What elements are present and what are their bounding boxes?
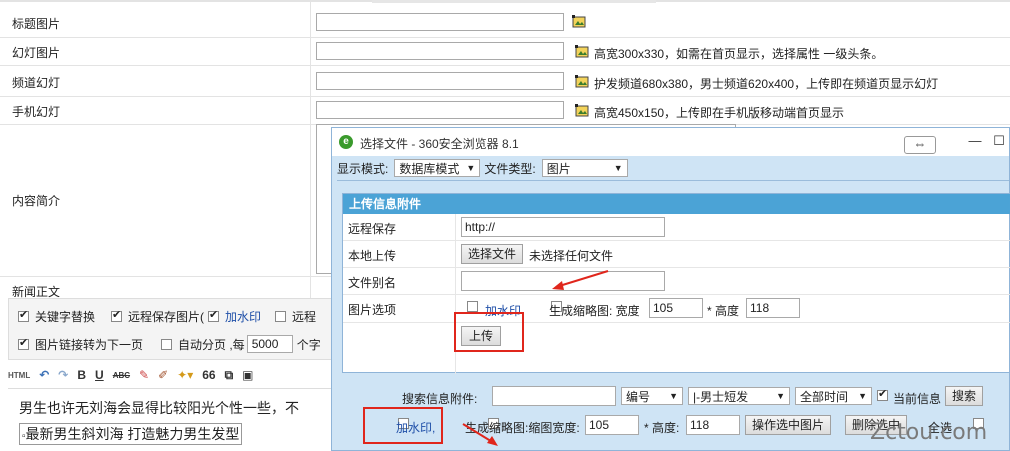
annotation-arrow [555,270,609,288]
annotation-arrows [462,270,609,446]
arrow-head [552,281,564,290]
site-watermark: Zctou.com [870,420,988,445]
arrow-head [487,436,498,446]
